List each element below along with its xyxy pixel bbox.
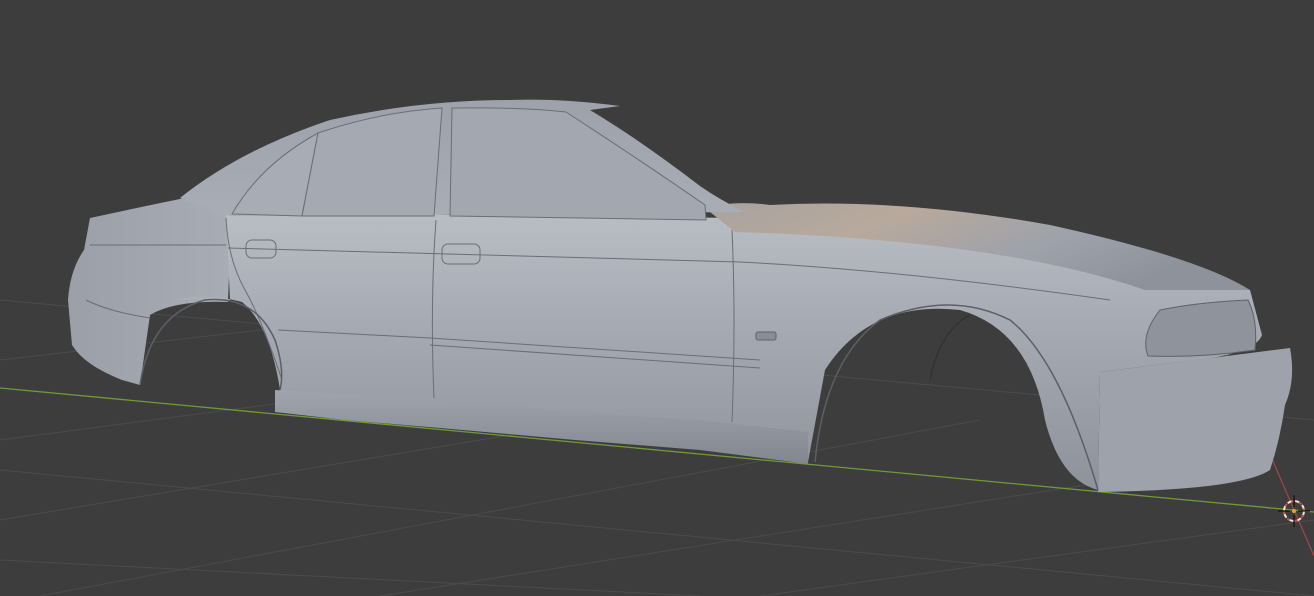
grid-line [39,419,981,596]
grid-line [759,519,1314,596]
rear-bumper [68,188,230,385]
front-bumper [1098,348,1293,492]
car-body-shell[interactable] [68,99,1293,492]
3d-viewport[interactable] [0,0,1314,596]
viewport-canvas[interactable] [0,0,1314,596]
front-arch-inner [929,314,971,381]
grid-line [0,559,701,596]
grid-line [0,419,601,521]
grid-line [379,469,1181,596]
side-marker [755,331,777,341]
3d-cursor-icon[interactable] [1278,495,1310,527]
